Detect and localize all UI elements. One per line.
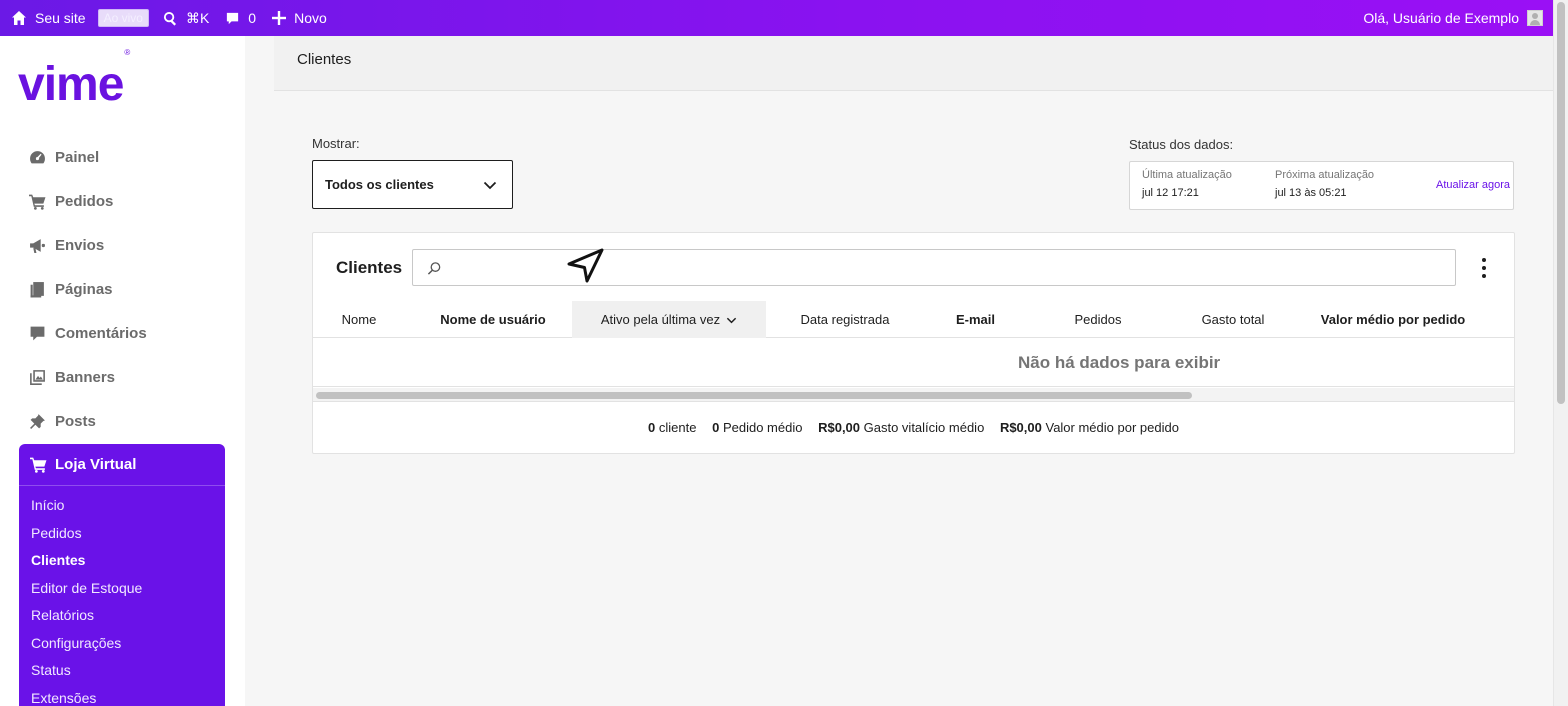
cursor-icon <box>567 248 604 283</box>
search-icon <box>163 11 176 26</box>
sidebar-item-painel[interactable]: Painel <box>28 135 147 179</box>
column-header-valor-medio[interactable]: Valor médio por pedido <box>1313 301 1473 338</box>
empty-state: Não há dados para exibir <box>313 339 1514 387</box>
chevron-down-icon <box>726 317 737 324</box>
column-header-gasto-total[interactable]: Gasto total <box>1185 301 1281 338</box>
site-label: Seu site <box>35 10 86 26</box>
sidebar-item-banners[interactable]: Banners <box>28 355 147 399</box>
column-header-nome[interactable]: Nome <box>313 301 405 338</box>
new-content-button[interactable]: Novo <box>264 0 335 36</box>
store-item-configuracoes[interactable]: Configurações <box>19 634 225 662</box>
comment-icon <box>227 12 239 24</box>
sidebar-item-loja-virtual[interactable]: Loja Virtual <box>19 444 225 486</box>
admin-bar: Seu site Ao vivo ⌘K 0 Novo Olá, Usuário … <box>0 0 1553 36</box>
avatar <box>1527 10 1543 26</box>
last-update-value: jul 12 17:21 <box>1142 187 1199 199</box>
column-header-label: Ativo pela última vez <box>600 312 721 327</box>
dashboard-icon <box>28 148 46 166</box>
store-menu: Loja Virtual Início Pedidos Clientes Edi… <box>19 444 225 706</box>
data-status-box: Última atualização jul 12 17:21 Próxima … <box>1129 161 1514 210</box>
summary-avg-order-value: R$0,00 Valor médio por pedido <box>999 420 1179 435</box>
more-options-icon[interactable] <box>1482 258 1486 278</box>
sidebar-item-label: Envios <box>55 236 105 254</box>
comments-link[interactable]: 0 <box>217 0 264 36</box>
column-header-nome-usuario[interactable]: Nome de usuário <box>428 301 558 338</box>
show-filter-label: Mostrar: <box>312 136 360 151</box>
table-header: Nome Nome de usuário Ativo pela última v… <box>313 301 1514 338</box>
home-icon <box>12 11 26 25</box>
store-item-editor-estoque[interactable]: Editor de Estoque <box>19 579 225 607</box>
customer-filter-value: Todos os clientes <box>325 177 434 192</box>
next-update-value: jul 13 às 05:21 <box>1275 187 1347 199</box>
horizontal-scrollbar[interactable] <box>313 388 1514 402</box>
page-header: Clientes <box>274 36 1553 91</box>
cart-icon <box>30 456 48 474</box>
media-icon <box>28 368 46 386</box>
command-search-button[interactable]: ⌘K <box>155 0 217 36</box>
store-item-extensoes[interactable]: Extensões <box>19 689 225 706</box>
last-update-label: Última atualização <box>1142 169 1232 181</box>
store-item-clientes[interactable]: Clientes <box>19 551 225 579</box>
plus-icon <box>272 11 287 25</box>
next-update-label: Próxima atualização <box>1275 169 1375 181</box>
page-title: Clientes <box>297 51 352 68</box>
customers-table-panel: Clientes Nome Nome de usuário Ativo pela… <box>312 232 1515 454</box>
pages-icon <box>28 280 46 298</box>
live-badge: Ao vivo <box>97 9 149 27</box>
summary-customers: 0 cliente <box>648 420 697 435</box>
sidebar-item-label: Páginas <box>55 280 113 298</box>
sidebar-item-label: Painel <box>55 148 100 166</box>
data-status-label: Status dos dados: <box>1129 137 1234 152</box>
chevron-down-icon <box>483 181 497 190</box>
search-icon <box>427 262 441 275</box>
new-label: Novo <box>294 10 327 26</box>
column-header-data-registrada[interactable]: Data registrada <box>783 301 907 338</box>
column-header-email[interactable]: E-mail <box>938 301 1013 338</box>
refresh-now-link[interactable]: Atualizar agora <box>1436 179 1510 191</box>
sidebar-menu: Painel Pedidos Envios Páginas Comentário… <box>28 135 147 443</box>
site-link[interactable]: Seu site <box>0 0 94 36</box>
column-header-pedidos[interactable]: Pedidos <box>1061 301 1135 338</box>
sidebar-item-posts[interactable]: Posts <box>28 399 147 443</box>
sidebar-item-label: Pedidos <box>55 192 114 210</box>
page-scrollbar[interactable] <box>1553 0 1568 706</box>
last-update: Última atualização jul 12 17:21 <box>1142 169 1232 199</box>
empty-message: Não há dados para exibir <box>1018 353 1221 372</box>
sidebar-item-label: Banners <box>55 368 116 386</box>
table-title: Clientes <box>336 258 403 277</box>
store-item-status[interactable]: Status <box>19 661 225 689</box>
cart-icon <box>28 192 46 210</box>
vime-logo[interactable]: vime® <box>18 49 130 109</box>
column-header-ativo[interactable]: Ativo pela última vez <box>572 301 766 338</box>
store-title: Loja Virtual <box>55 456 137 473</box>
sidebar-item-label: Comentários <box>55 324 147 342</box>
user-account-menu[interactable]: Olá, Usuário de Exemplo <box>1363 0 1543 36</box>
store-item-inicio[interactable]: Início <box>19 496 225 524</box>
sidebar-item-comentarios[interactable]: Comentários <box>28 311 147 355</box>
summary-avg-orders: 0 Pedido médio <box>712 420 803 435</box>
store-item-relatorios[interactable]: Relatórios <box>19 606 225 634</box>
sidebar-item-pedidos[interactable]: Pedidos <box>28 179 147 223</box>
table-summary: 0 cliente 0 Pedido médio R$0,00 Gasto vi… <box>313 420 1514 435</box>
user-greeting: Olá, Usuário de Exemplo <box>1363 10 1519 26</box>
search-shortcut: ⌘K <box>185 9 210 26</box>
next-update: Próxima atualização jul 13 às 05:21 <box>1275 169 1374 199</box>
scrollbar-thumb[interactable] <box>316 392 1192 399</box>
summary-avg-lifetime: R$0,00 Gasto vitalício médio <box>818 420 985 435</box>
customer-filter-select[interactable]: Todos os clientes <box>312 160 513 209</box>
store-item-pedidos[interactable]: Pedidos <box>19 524 225 552</box>
sidebar-item-label: Posts <box>55 412 96 430</box>
comments-count: 0 <box>248 10 257 26</box>
store-submenu: Início Pedidos Clientes Editor de Estoqu… <box>19 486 225 706</box>
scrollbar-thumb[interactable] <box>1557 2 1565 404</box>
sidebar: vime® Painel Pedidos Envios Páginas Come… <box>0 36 245 706</box>
sidebar-item-envios[interactable]: Envios <box>28 223 147 267</box>
main-content: Clientes Mostrar: Todos os clientes Stat… <box>245 36 1553 706</box>
sidebar-item-paginas[interactable]: Páginas <box>28 267 147 311</box>
comment-icon <box>28 324 46 342</box>
megaphone-icon <box>28 236 46 254</box>
pin-icon <box>28 412 46 430</box>
